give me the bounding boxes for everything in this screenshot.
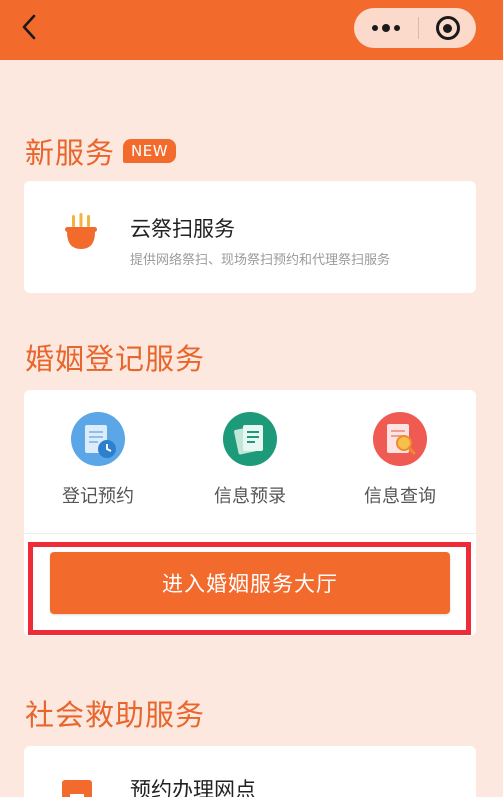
target-close-icon	[435, 16, 460, 40]
chevron-left-icon	[22, 14, 36, 40]
card-title: 预约办理网点	[130, 778, 256, 797]
enter-marriage-hall-button[interactable]: 进入婚姻服务大厅	[50, 552, 450, 614]
more-dot-icon	[394, 25, 400, 31]
document-icon	[62, 780, 92, 797]
section-title-new-services: 新服务 NEW	[25, 130, 177, 172]
more-options-button[interactable]	[354, 8, 418, 48]
new-badge: NEW	[123, 139, 177, 163]
marriage-services-card: 登记预约 信息预录 信息查询 进入婚姻服务大厅	[24, 390, 476, 636]
close-mini-program-button[interactable]	[419, 8, 476, 48]
more-dot-icon	[372, 25, 378, 31]
top-navigation-bar	[0, 0, 503, 60]
section-title-text: 婚姻登记服务	[25, 342, 206, 376]
service-label: 信息查询	[364, 486, 436, 507]
service-label: 信息预录	[214, 486, 286, 507]
document-search-icon	[373, 412, 427, 466]
info-query-service[interactable]: 信息查询	[330, 412, 470, 508]
card-divider	[24, 533, 476, 534]
more-dot-icon	[382, 24, 390, 32]
section-title-marriage: 婚姻登记服务	[25, 336, 205, 378]
appointment-service[interactable]: 登记预约	[28, 412, 168, 508]
mini-program-capsule	[354, 8, 476, 48]
document-edit-icon	[223, 412, 277, 466]
calendar-clock-icon	[71, 412, 125, 466]
service-label: 登记预约	[62, 486, 134, 507]
back-button[interactable]	[12, 10, 46, 44]
cloud-memorial-service-card[interactable]: 云祭扫服务 提供网络祭扫、现场祭扫预约和代理祭扫服务	[24, 181, 476, 293]
incense-pot-icon	[65, 213, 97, 249]
appointment-outlet-card[interactable]: 预约办理网点	[24, 746, 476, 797]
info-preentry-service[interactable]: 信息预录	[180, 412, 320, 508]
section-title-text: 新服务	[25, 136, 116, 170]
section-title-text: 社会救助服务	[25, 698, 206, 732]
section-title-social-assistance: 社会救助服务	[25, 692, 205, 734]
card-description: 提供网络祭扫、现场祭扫预约和代理祭扫服务	[130, 253, 391, 268]
card-title: 云祭扫服务	[130, 217, 235, 241]
